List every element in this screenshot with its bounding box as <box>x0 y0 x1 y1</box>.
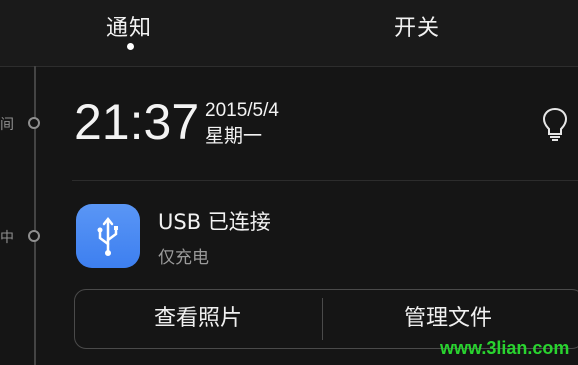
notification-title: USB 已连接 <box>158 210 271 234</box>
timeline-dot <box>28 230 40 242</box>
timeline-dot <box>28 117 40 129</box>
tab-notifications[interactable]: 通知 <box>106 10 152 42</box>
section-divider <box>72 180 578 181</box>
usb-icon <box>97 216 118 256</box>
active-tab-indicator <box>127 43 134 50</box>
notification-panel-header: 通知 开关 <box>0 0 578 67</box>
view-photos-button[interactable]: 查看照片 <box>74 289 322 349</box>
notification-subtitle: 仅充电 <box>158 248 209 268</box>
timeline-label-time: 间 <box>0 117 14 133</box>
timeline-label-ongoing: 中 <box>0 230 14 246</box>
usb-app-icon[interactable] <box>76 204 140 268</box>
timeline-line <box>34 66 36 365</box>
watermark: www.3lian.com <box>440 338 570 358</box>
clock-time: 21:37 <box>74 94 200 150</box>
lightbulb-icon[interactable] <box>540 106 570 144</box>
tab-switches[interactable]: 开关 <box>394 10 440 42</box>
clock-weekday: 星期一 <box>205 125 263 147</box>
clock-date: 2015/5/4 <box>205 100 279 121</box>
